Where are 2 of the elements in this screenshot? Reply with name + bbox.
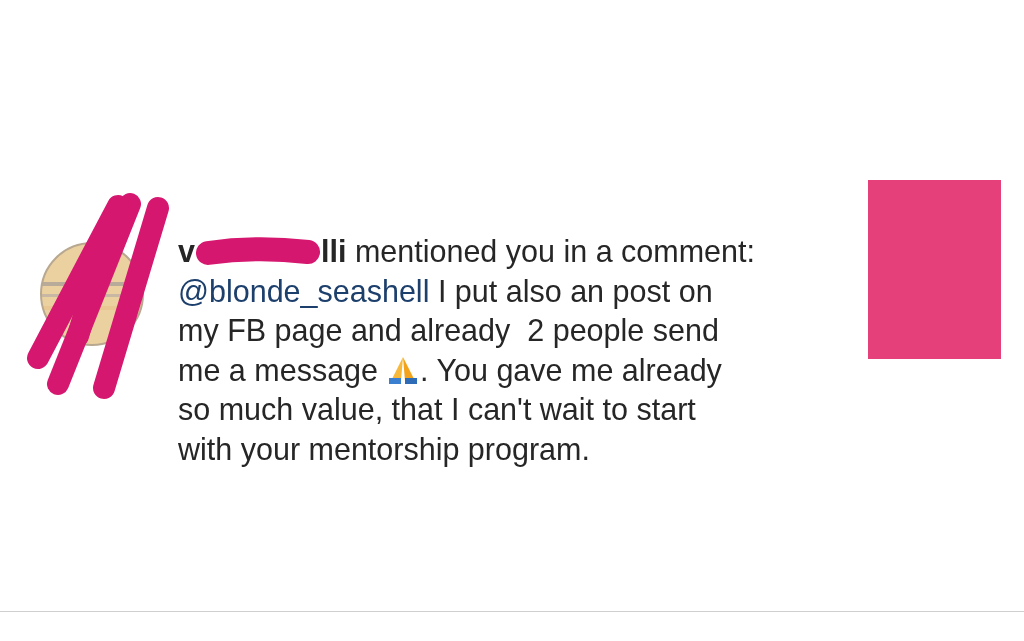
mention-link[interactable]: @blonde_seashell bbox=[178, 273, 430, 308]
notification-text: v lli mentioned you in a comment: @blonde_seashell I put also an post on my FB page and already 2 people send me a message . You gave me already so much value, that I can't wait to start with your mentorship program. bbox=[178, 233, 756, 469]
